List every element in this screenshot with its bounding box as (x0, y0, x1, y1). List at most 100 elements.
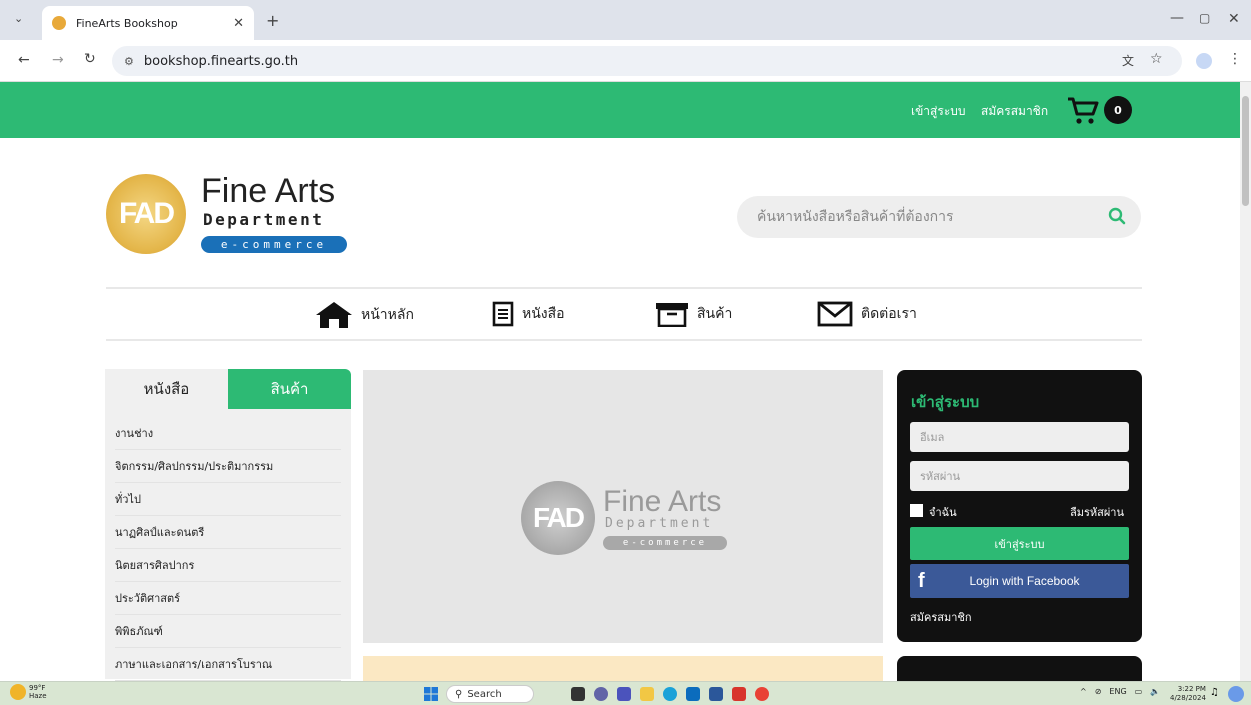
book-icon (492, 301, 514, 327)
logo-ecommerce-badge: e-commerce (201, 236, 347, 253)
new-tab-icon[interactable]: + (266, 11, 279, 30)
login-heading: เข้าสู่ระบบ (911, 393, 980, 411)
tray-expand-icon[interactable]: ^ (1080, 687, 1087, 696)
nav-home[interactable]: หน้าหลัก (315, 301, 414, 329)
category-item[interactable]: นิตยสารศิลปากร (115, 549, 341, 582)
password-field[interactable] (910, 461, 1129, 491)
category-tabs: หนังสือ สินค้า (105, 369, 351, 409)
translate-icon[interactable]: 文 (1122, 52, 1134, 69)
acrobat-icon[interactable] (732, 687, 746, 701)
top-register-link[interactable]: สมัครสมาชิก (981, 102, 1048, 121)
nav-goods-label: สินค้า (697, 306, 733, 322)
fad-logo-mark[interactable]: FAD (106, 174, 186, 254)
category-item[interactable]: งานช่าง (115, 417, 341, 450)
facebook-icon: f (918, 569, 925, 592)
word-icon[interactable] (709, 687, 723, 701)
edge-icon[interactable] (663, 687, 677, 701)
notification-bell-icon[interactable]: ♫ (1210, 687, 1219, 698)
teams-icon[interactable] (617, 687, 631, 701)
category-item[interactable]: ภาษาและเอกสาร/เอกสารโบราณ (115, 648, 341, 681)
window-close-icon[interactable]: ✕ (1228, 11, 1240, 27)
address-bar: ← → ↻ ⚙ bookshop.finearts.go.th 文 ☆ ⋮ (0, 40, 1251, 82)
nav-books-label: หนังสือ (522, 306, 565, 322)
mail-icon (817, 301, 853, 327)
banner-title: Fine Arts (603, 485, 722, 518)
nav-goods[interactable]: สินค้า (655, 301, 732, 327)
browser-tab-bar: ⌄ FineArts Bookshop ✕ + — ▢ ✕ (0, 0, 1251, 40)
category-item[interactable]: ประวัติศาสตร์ (115, 582, 341, 615)
display-icon[interactable]: ▭ (1135, 687, 1143, 696)
home-icon (316, 302, 352, 328)
category-item[interactable]: ทั่วไป (115, 483, 341, 516)
category-list: งานช่าง จิตกรรม/ศิลปกรรม/ประติมากรรม ทั่… (105, 409, 351, 681)
login-panel: เข้าสู่ระบบ จำฉัน ลืมรหัสผ่าน เข้าสู่ระบ… (897, 370, 1142, 642)
browser-menu-icon[interactable]: ⋮ (1228, 51, 1242, 67)
tab-goods[interactable]: สินค้า (228, 369, 351, 409)
nav-books[interactable]: หนังสือ (492, 301, 565, 327)
promo-panel (363, 656, 883, 681)
site-info-icon[interactable]: ⚙ (124, 55, 134, 68)
os-taskbar: 99°F Haze ⚲ Search ^ ⊘ ENG ▭ 🔈 3:22 PM 4… (0, 681, 1251, 705)
windows-start-icon[interactable] (424, 687, 438, 701)
network-icon[interactable]: ⊘ (1095, 687, 1102, 696)
register-link[interactable]: สมัครสมาชิก (910, 608, 972, 626)
login-button[interactable]: เข้าสู่ระบบ (910, 527, 1129, 560)
nav-contact-label: ติดต่อเรา (861, 306, 917, 322)
taskbar-search-label: Search (467, 688, 502, 700)
top-login-link[interactable]: เข้าสู่ระบบ (911, 102, 966, 121)
scrollbar-thumb[interactable] (1242, 96, 1249, 206)
chrome-icon[interactable] (755, 687, 769, 701)
site-favicon-icon (52, 16, 66, 30)
store-icon[interactable] (686, 687, 700, 701)
remember-checkbox[interactable] (910, 504, 923, 517)
cart-count-badge[interactable]: 0 (1104, 96, 1132, 124)
tab-close-icon[interactable]: ✕ (233, 16, 244, 31)
category-item[interactable]: พิพิธภัณฑ์ (115, 615, 341, 648)
remember-label[interactable]: จำฉัน (929, 503, 957, 521)
page-scrollbar[interactable] (1240, 82, 1251, 681)
category-item[interactable]: นาฏศิลป์และดนตรี (115, 516, 341, 549)
logo-title[interactable]: Fine Arts (201, 172, 335, 211)
secondary-black-panel (897, 656, 1142, 681)
email-field[interactable] (910, 422, 1129, 452)
url-field[interactable]: ⚙ bookshop.finearts.go.th (112, 46, 1182, 76)
banner-ecommerce-badge: e-commerce (603, 536, 727, 550)
back-icon[interactable]: ← (18, 52, 30, 68)
task-view-icon[interactable] (571, 687, 585, 701)
tab-title: FineArts Bookshop (76, 16, 178, 30)
facebook-login-button[interactable]: f Login with Facebook (910, 564, 1129, 598)
meet-icon[interactable] (594, 687, 608, 701)
cart-icon[interactable] (1066, 96, 1100, 126)
profile-avatar[interactable] (1196, 53, 1212, 69)
banner-subtitle: Department (605, 516, 714, 531)
volume-icon[interactable]: 🔈 (1150, 687, 1160, 696)
forgot-password-link[interactable]: ลืมรหัสผ่าน (1070, 503, 1124, 521)
bookmark-star-icon[interactable]: ☆ (1150, 51, 1163, 67)
weather-text: 99°F Haze (29, 684, 47, 700)
category-item[interactable]: จิตกรรม/ศิลปกรรม/ประติมากรรม (115, 450, 341, 483)
main-nav: หน้าหลัก หนังสือ สินค้า ติดต่อเรา (106, 287, 1142, 341)
nav-home-label: หน้าหลัก (361, 307, 414, 323)
taskbar-clock[interactable]: 3:22 PM 4/28/2024 (1170, 685, 1206, 703)
weather-desc: Haze (29, 692, 47, 700)
weather-widget[interactable]: 99°F Haze (10, 684, 47, 700)
copilot-icon[interactable] (1228, 686, 1244, 702)
search-icon[interactable] (1108, 207, 1126, 225)
search-input[interactable] (737, 196, 1141, 238)
tab-search-chevron-icon[interactable]: ⌄ (14, 12, 23, 25)
nav-contact[interactable]: ติดต่อเรา (817, 301, 917, 327)
language-indicator[interactable]: ENG (1109, 687, 1126, 696)
system-tray: ^ ⊘ ENG ▭ 🔈 (1080, 687, 1160, 696)
logo-subtitle: Department (203, 210, 325, 229)
weather-sun-icon (10, 684, 26, 700)
taskbar-search[interactable]: ⚲ Search (446, 685, 534, 703)
forward-icon[interactable]: → (52, 52, 64, 68)
tab-books[interactable]: หนังสือ (105, 369, 228, 409)
browser-tab[interactable]: FineArts Bookshop ✕ (42, 6, 254, 40)
box-icon (656, 303, 688, 327)
restore-icon[interactable]: ▢ (1199, 11, 1210, 25)
file-explorer-icon[interactable] (640, 687, 654, 701)
minimize-icon[interactable]: — (1170, 10, 1184, 26)
reload-icon[interactable]: ↻ (84, 51, 96, 67)
clock-time: 3:22 PM (1177, 685, 1206, 693)
